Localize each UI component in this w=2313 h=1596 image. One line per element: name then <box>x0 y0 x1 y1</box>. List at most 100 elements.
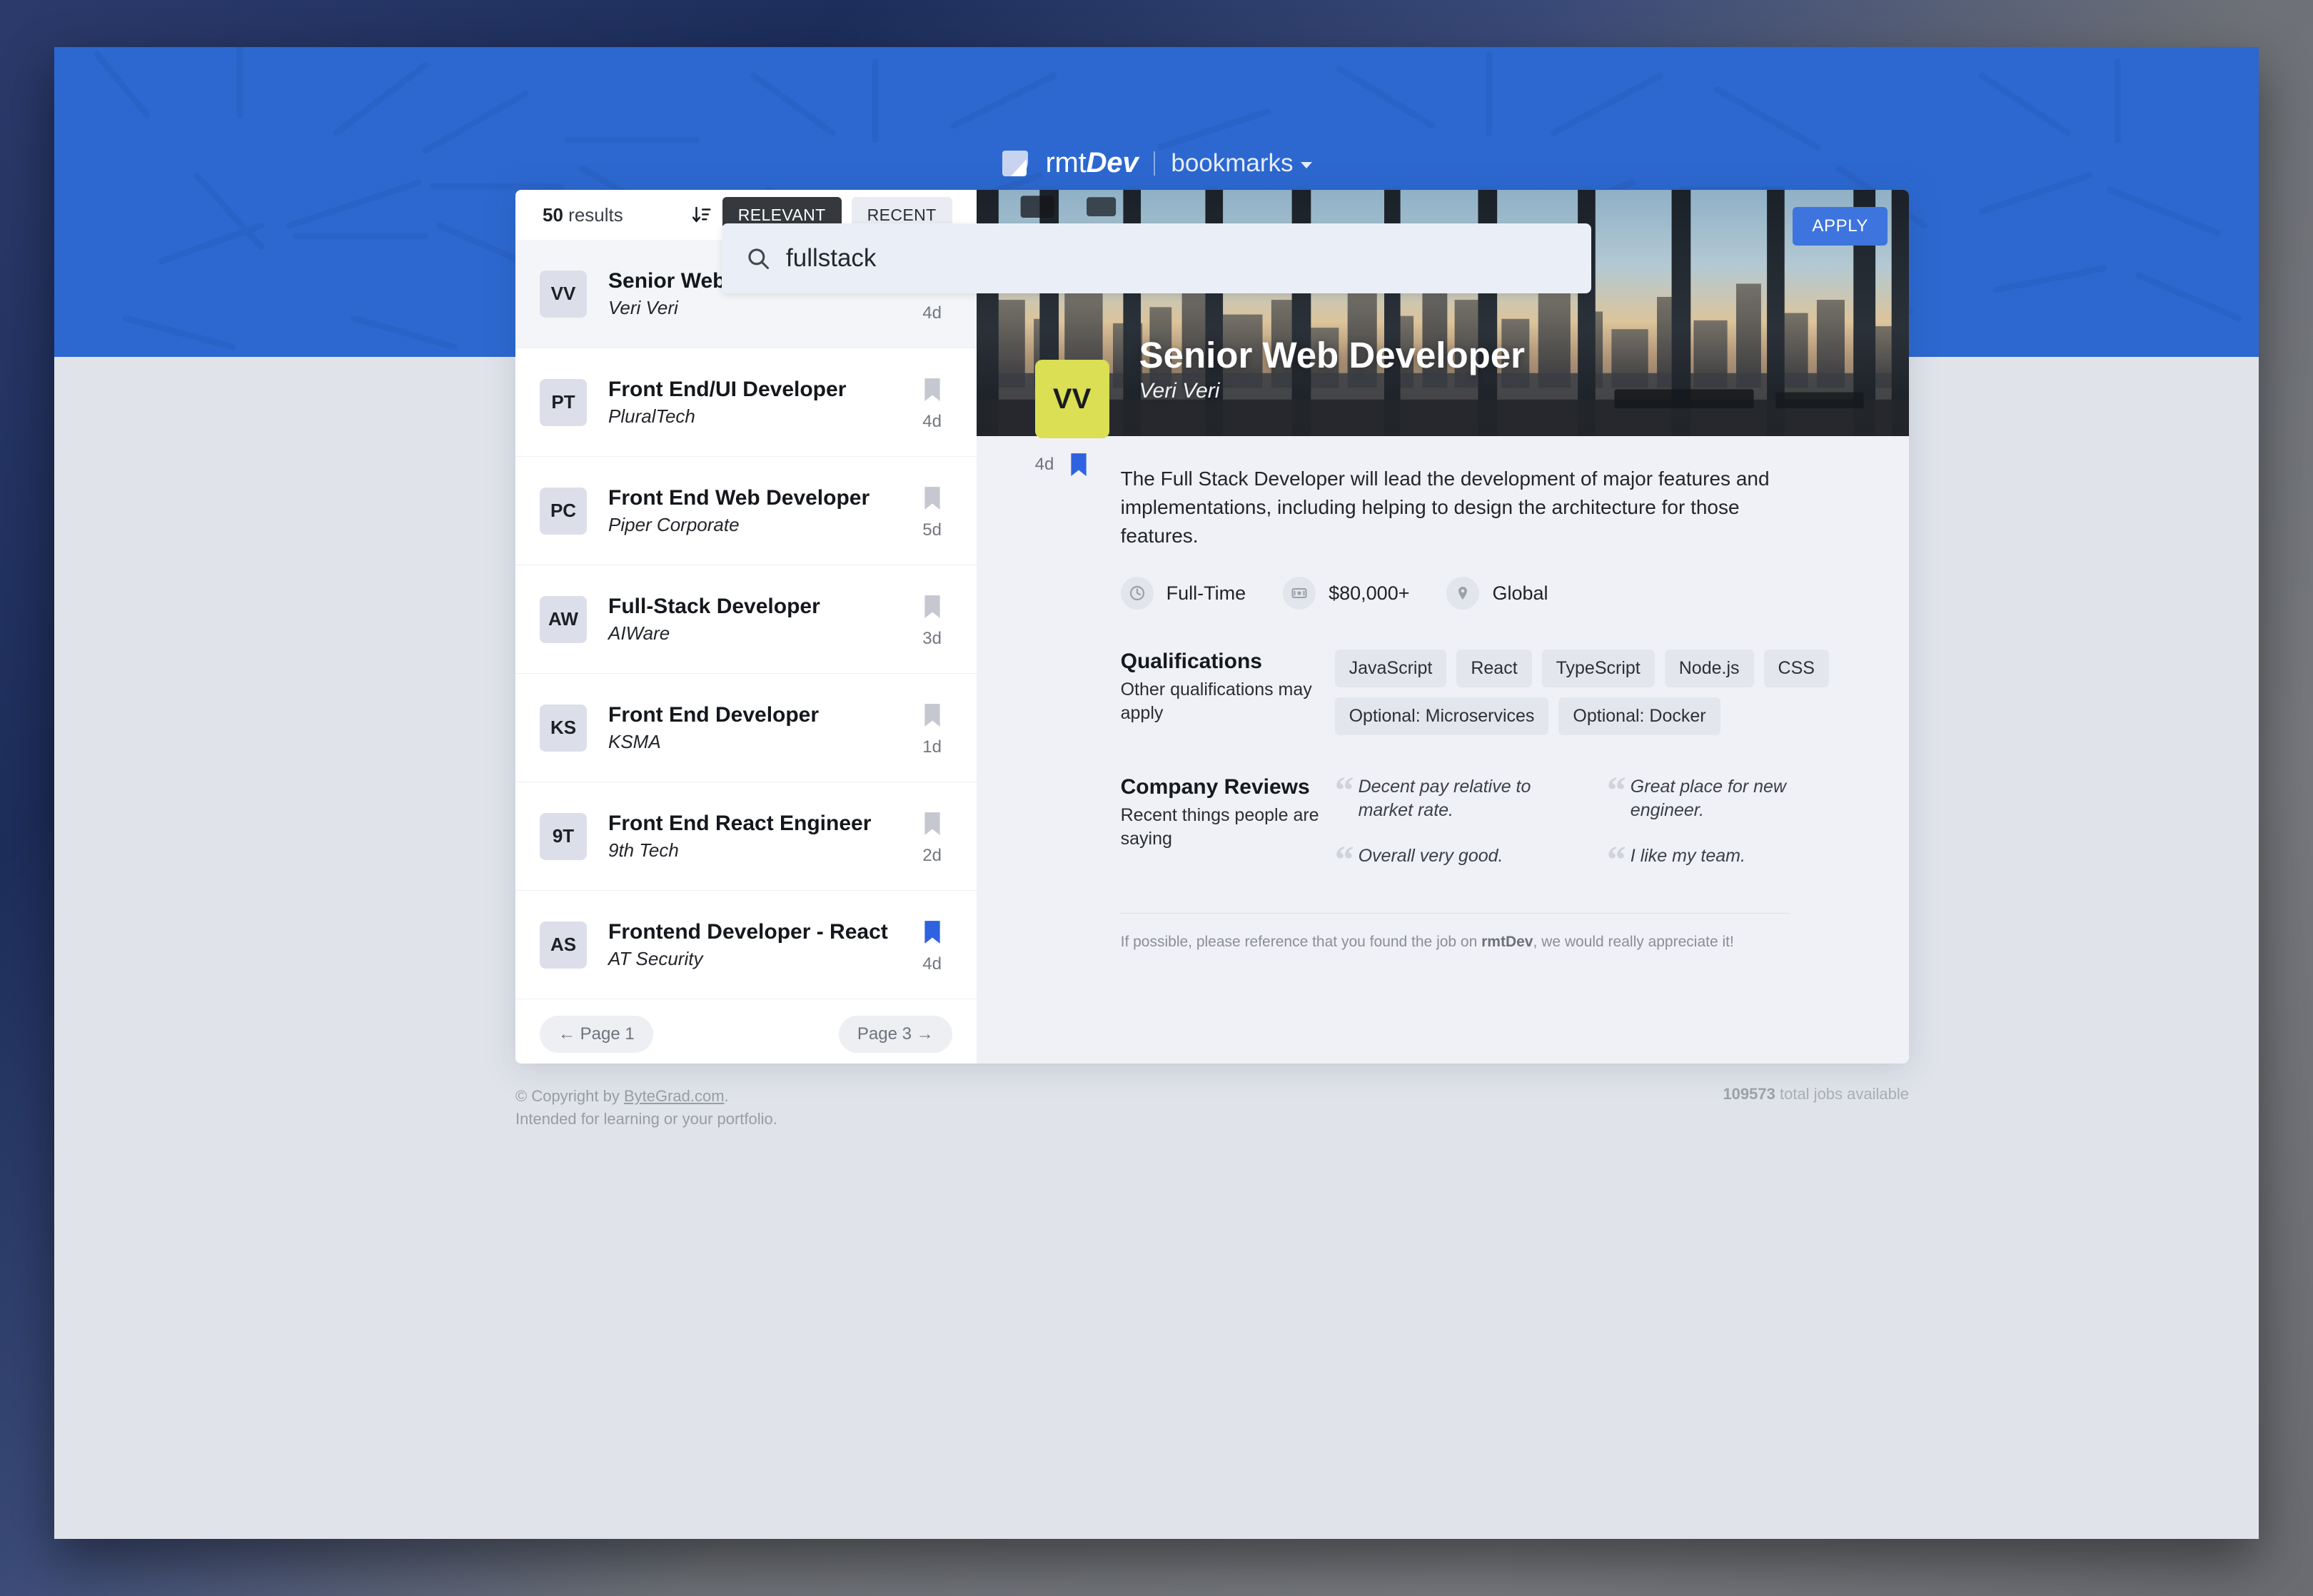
qualification-tag: Optional: Docker <box>1558 697 1720 736</box>
job-info-type: Full-Time <box>1120 577 1246 610</box>
footer-total-jobs-label: total jobs available <box>1779 1085 1909 1103</box>
review-list: “ Decent pay relative to market rate. “ … <box>1335 771 1849 882</box>
quote-icon: “ <box>1606 838 1626 882</box>
job-list-item[interactable]: PT Front End/UI Developer PluralTech 4d <box>515 348 977 457</box>
review-item: “ Decent pay relative to market rate. <box>1335 771 1577 822</box>
chevron-down-icon <box>1300 162 1312 168</box>
job-company: AIWare <box>608 622 670 644</box>
job-list-panel: 50 results RELEVANT RECENT VV Senior Web… <box>515 190 977 1064</box>
footer-copyright-post: . <box>724 1087 729 1105</box>
search-bar[interactable] <box>722 223 1591 293</box>
job-list: VV Senior Web Developer Veri Veri 4d PT <box>515 240 977 1005</box>
job-description: The Full Stack Developer will lead the d… <box>1120 468 1770 547</box>
company-logo: PT <box>540 378 587 426</box>
clock-icon <box>1120 577 1154 610</box>
qualification-tag: Node.js <box>1664 650 1754 688</box>
search-icon <box>748 248 770 270</box>
job-age: 3d <box>922 628 942 648</box>
bookmarks-label: bookmarks <box>1171 148 1294 177</box>
job-info-salary: $80,000+ <box>1283 577 1409 610</box>
job-detail-age: 4d <box>1034 455 1054 474</box>
job-company: KSMA <box>608 730 661 752</box>
bookmark-outline-icon[interactable] <box>923 703 942 727</box>
job-age: 2d <box>922 845 942 865</box>
detail-footer-note: If possible, please reference that you f… <box>1121 934 1849 951</box>
review-text: Overall very good. <box>1358 846 1503 867</box>
company-logo: 9T <box>540 812 587 860</box>
job-company: Veri Veri <box>608 296 678 318</box>
previous-page-button[interactable]: ← Page 1 <box>540 1016 653 1053</box>
review-item: “ I like my team. <box>1606 838 1849 882</box>
job-title: Front End React Engineer <box>608 812 872 836</box>
qualifications-subtext: Other qualifications may apply <box>1120 680 1312 723</box>
company-logo: KS <box>540 704 587 752</box>
qualifications-heading: Qualifications <box>1120 650 1262 674</box>
detail-divider <box>1120 913 1789 914</box>
job-company: PluralTech <box>608 405 695 427</box>
bookmark-filled-icon[interactable] <box>923 920 942 944</box>
footer-copyright-pre: © Copyright by <box>515 1087 624 1105</box>
job-list-item[interactable]: PC Front End Web Developer Piper Corpora… <box>515 457 977 565</box>
job-age: 4d <box>922 303 942 323</box>
brand-name: rmtDev <box>1045 147 1139 178</box>
bookmark-outline-icon[interactable] <box>923 595 942 619</box>
job-detail-panel: APPLY Senior Web Developer Veri Veri VV … <box>976 190 1909 1064</box>
job-list-item[interactable]: 9T Front End React Engineer 9th Tech 2d <box>515 782 977 891</box>
job-company: AT Security <box>608 947 703 969</box>
qualification-tag-list: JavaScript React TypeScript Node.js CSS … <box>1334 650 1849 736</box>
job-detail-title: Senior Web Developer <box>1139 334 1525 375</box>
bookmark-outline-icon[interactable] <box>923 378 942 402</box>
bookmark-outline-icon[interactable] <box>923 486 942 510</box>
review-item: “ Overall very good. <box>1335 840 1577 879</box>
job-info-location: Global <box>1446 577 1548 610</box>
page-body: 50 results RELEVANT RECENT VV Senior Web… <box>54 190 2259 1539</box>
reviews-heading: Company Reviews <box>1120 775 1310 799</box>
job-detail-heading: Senior Web Developer Veri Veri <box>1139 335 1525 403</box>
brand-row: rmtDev bookmarks <box>54 47 2259 179</box>
location-pin-icon <box>1446 577 1480 610</box>
job-detail-company-logo: VV <box>1034 360 1109 438</box>
job-info-row: Full-Time $80,000+ Global <box>1120 577 1849 610</box>
job-title: Front End Developer <box>608 703 820 727</box>
job-list-item[interactable]: AS Frontend Developer - React AT Securit… <box>515 891 977 999</box>
bookmark-outline-icon[interactable] <box>923 812 942 836</box>
job-info-location-label: Global <box>1492 582 1548 604</box>
job-title: Full-Stack Developer <box>608 595 820 619</box>
company-reviews-section: Company Reviews Recent things people are… <box>1120 771 1849 882</box>
footer-tagline: Intended for learning or your portfolio. <box>515 1109 777 1128</box>
detail-footer-note-pre: If possible, please reference that you f… <box>1120 934 1482 951</box>
job-info-salary-label: $80,000+ <box>1329 582 1410 604</box>
qualification-tag: TypeScript <box>1541 650 1655 688</box>
detail-footer-note-brand: rmtDev <box>1481 934 1533 951</box>
bytegrad-link[interactable]: ByteGrad.com <box>624 1087 725 1105</box>
main-content: 50 results RELEVANT RECENT VV Senior Web… <box>515 190 1909 1064</box>
qualification-tag: React <box>1456 650 1532 688</box>
page-footer: © Copyright by ByteGrad.com. Intended fo… <box>515 1085 1909 1131</box>
job-title: Front End Web Developer <box>608 486 870 510</box>
qualification-tag: JavaScript <box>1334 650 1447 688</box>
job-age: 1d <box>922 737 942 757</box>
company-logo: AS <box>540 921 587 969</box>
qualifications-section: Qualifications Other qualifications may … <box>1120 650 1849 736</box>
bookmark-filled-icon[interactable] <box>1069 453 1088 477</box>
company-logo: PC <box>540 487 587 535</box>
reviews-subtext: Recent things people are saying <box>1120 805 1319 849</box>
job-detail-meta: 4d <box>1035 453 1089 477</box>
review-text: Great place for new engineer. <box>1630 777 1786 820</box>
review-item: “ Great place for new engineer. <box>1607 771 1849 822</box>
job-company: 9th Tech <box>608 839 679 861</box>
job-list-item[interactable]: KS Front End Developer KSMA 1d <box>515 674 977 782</box>
next-page-button[interactable]: Page 3 → <box>838 1016 952 1053</box>
job-age: 5d <box>922 520 942 540</box>
pagination: ← Page 1 Page 3 → <box>515 1005 977 1064</box>
job-age: 4d <box>922 954 942 974</box>
footer-total-jobs-count: 109573 <box>1723 1085 1775 1103</box>
job-detail-company: Veri Veri <box>1139 379 1220 403</box>
company-logo: AW <box>540 595 587 643</box>
qualification-tag: CSS <box>1763 650 1829 688</box>
search-input[interactable] <box>786 244 1567 273</box>
bookmarks-button[interactable]: bookmarks <box>1171 148 1312 178</box>
job-age: 4d <box>922 411 942 431</box>
review-text: I like my team. <box>1630 846 1745 867</box>
job-list-item[interactable]: AW Full-Stack Developer AIWare 3d <box>515 565 977 674</box>
